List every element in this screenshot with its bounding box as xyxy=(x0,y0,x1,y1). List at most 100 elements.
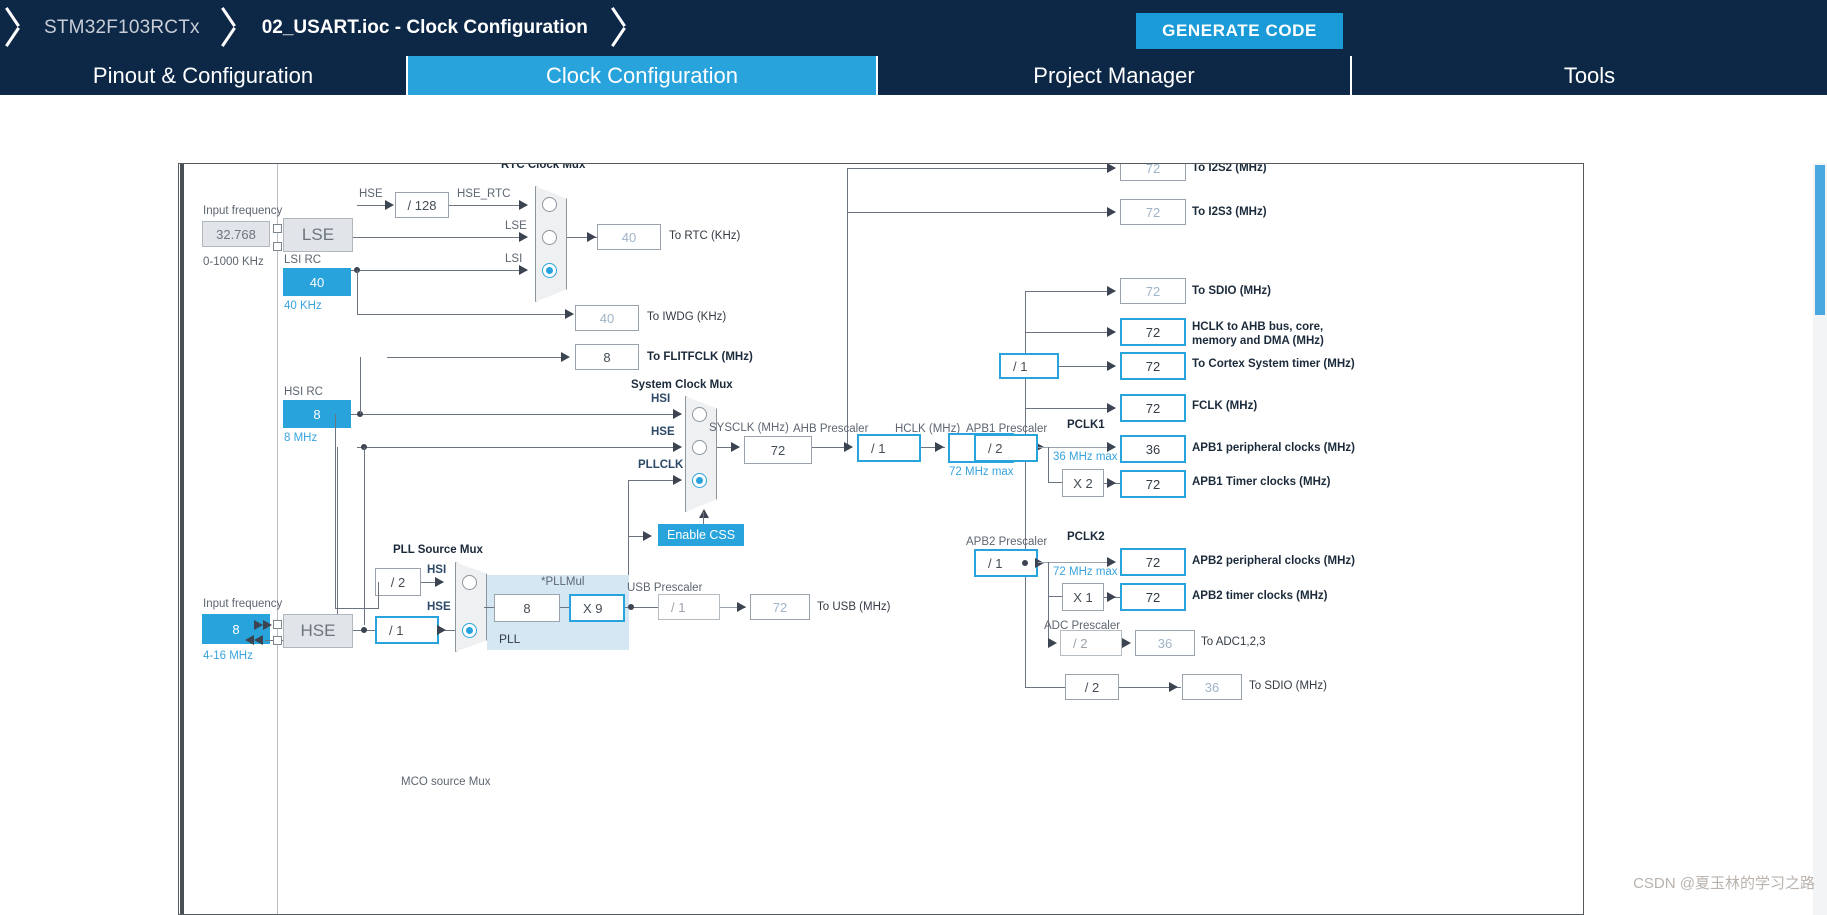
usb-prescaler-dropdown[interactable]: / 1 xyxy=(658,594,720,620)
wire-hsi-to-flitfclk xyxy=(387,357,567,358)
wire-lsi-to-rtcmux xyxy=(351,270,527,271)
arrow-hse-into-sysmux xyxy=(673,442,682,452)
arrow-into-ahbpre xyxy=(844,442,853,452)
rtc-clock-mux-title: RTC Clock Mux xyxy=(501,163,586,171)
system-clock-mux-title: System Clock Mux xyxy=(631,379,733,391)
rtc-mux-input-hse-rtc[interactable] xyxy=(542,197,557,212)
arrow-hsi-into-sysmux xyxy=(673,409,682,419)
pll-mux-input-hsi[interactable] xyxy=(462,575,477,590)
arrow-to-flitfclk xyxy=(561,352,570,362)
to-sdio-bottom-label: To SDIO (MHz) xyxy=(1249,680,1327,692)
apb1-prescaler-dropdown[interactable]: / 2 xyxy=(974,434,1038,462)
apb1-timer-multiplier: X 2 xyxy=(1062,469,1104,497)
tab-tools[interactable]: Tools xyxy=(1350,56,1827,95)
wire-hclk-to-sdio xyxy=(1025,291,1115,292)
arrow-to-cortex-timer xyxy=(1107,361,1116,371)
usb-prescaler-label: USB Prescaler xyxy=(627,582,703,594)
to-sdio-bottom-value: 36 xyxy=(1182,674,1242,700)
breadcrumb-file[interactable]: 02_USART.ioc - Clock Configuration xyxy=(246,17,606,39)
to-rtc-value: 40 xyxy=(597,224,661,250)
pclk1-label: PCLK1 xyxy=(1067,419,1105,431)
sys-mux-input-pllclk[interactable] xyxy=(692,473,707,488)
wire-hsi-into-div2 xyxy=(378,582,379,608)
sys-mux-pllclk-label: PLLCLK xyxy=(638,459,684,471)
to-i2s3-label: To I2S3 (MHz) xyxy=(1192,206,1267,218)
rtc-mux-input-lsi[interactable] xyxy=(542,263,557,278)
pll-input-value: 8 xyxy=(494,594,560,622)
tab-project-manager[interactable]: Project Manager xyxy=(876,56,1350,95)
wire-sysclk-trunk xyxy=(847,168,848,447)
sys-mux-hse-label: HSE xyxy=(651,426,675,438)
hse-rtc-label: HSE_RTC xyxy=(457,188,511,200)
breadcrumb-device[interactable]: STM32F103RCTx xyxy=(30,17,216,39)
ahb-prescaler-dropdown[interactable]: / 1 xyxy=(857,434,921,462)
fclk-label: FCLK (MHz) xyxy=(1192,400,1258,412)
wire-hclk-trunk xyxy=(1025,291,1026,687)
pll-source-mux-title: PLL Source Mux xyxy=(393,544,483,556)
chevron-right-icon xyxy=(0,0,30,56)
canvas-osc-rail xyxy=(277,164,278,914)
arrow-to-sdio-top xyxy=(1107,286,1116,296)
arrow-to-sysclk xyxy=(731,442,740,452)
apb2-timer-clocks-label: APB2 timer clocks (MHz) xyxy=(1192,590,1328,602)
hse-oscillator-block[interactable]: HSE xyxy=(283,614,353,648)
arrow-css-up xyxy=(699,509,709,518)
pclk1-max-label: 36 MHz max xyxy=(1053,451,1118,463)
pll-mux-input-hse[interactable] xyxy=(462,623,477,638)
sys-mux-input-hsi[interactable] xyxy=(692,407,707,422)
cortex-system-timer-label: To Cortex System timer (MHz) xyxy=(1192,358,1355,370)
apb2-timer-branch xyxy=(1048,562,1062,597)
adc-prescaler-dropdown[interactable]: / 2 xyxy=(1060,630,1122,656)
chevron-right-icon xyxy=(606,0,636,56)
enable-css-button[interactable]: Enable CSS xyxy=(658,524,745,546)
generate-code-button[interactable]: GENERATE CODE xyxy=(1136,13,1343,49)
junction-apb2 xyxy=(1022,560,1028,566)
scrollbar-thumb[interactable] xyxy=(1815,165,1825,315)
pllmul-label: *PLLMul xyxy=(541,576,585,588)
arrow-to-i2s3 xyxy=(1107,207,1116,217)
hsi-value-field[interactable]: 8 xyxy=(283,400,351,428)
lse-input-frequency-field[interactable]: 32.768 xyxy=(202,221,270,247)
arrow-into-apb2pre xyxy=(1035,558,1044,568)
to-sdio-top-label: To SDIO (MHz) xyxy=(1192,285,1271,297)
apb1-timer-clocks-value: 72 xyxy=(1120,470,1186,498)
pclk2-max-label: 72 MHz max xyxy=(1053,566,1118,578)
apb2-prescaler-dropdown[interactable]: / 1 xyxy=(974,549,1038,577)
sys-mux-input-hse[interactable] xyxy=(692,440,707,455)
hse-div-input-label: HSE xyxy=(359,188,383,200)
canvas-vertical-scrollbar[interactable] xyxy=(1813,163,1827,915)
apb2-timer-multiplier: X 1 xyxy=(1062,583,1104,611)
arrow-to-div128 xyxy=(385,200,394,210)
pll-hse-div-dropdown[interactable]: / 1 xyxy=(375,616,439,644)
breadcrumb: STM32F103RCTx 02_USART.ioc - Clock Confi… xyxy=(0,0,636,56)
arrow-lse-into-mux xyxy=(519,232,528,242)
rtc-mux-input-lse[interactable] xyxy=(542,230,557,245)
lse-pin-bottom xyxy=(273,242,282,251)
arrow-to-css xyxy=(643,531,652,541)
arrow-to-hclk xyxy=(935,442,944,452)
wire-trunk-to-i2s3 xyxy=(847,212,1115,213)
cortex-systimer-prescaler-dropdown[interactable]: / 1 xyxy=(999,353,1059,379)
rtc-mux-lse-label: LSE xyxy=(505,220,527,232)
wire-hse-to-sysmux xyxy=(357,447,681,448)
wire-css-up xyxy=(703,512,704,524)
lse-range-label: 0-1000 KHz xyxy=(203,256,264,268)
tab-pinout-configuration[interactable]: Pinout & Configuration xyxy=(0,56,406,95)
clock-tree-canvas[interactable]: Input frequency 32.768 0-1000 KHz LSE LS… xyxy=(178,163,1584,915)
wire-hclk-to-ahbbus xyxy=(1025,332,1115,333)
hsi-rc-title: HSI RC xyxy=(284,386,323,398)
rtc-mux-lsi-label: LSI xyxy=(505,253,523,265)
lsi-value-field[interactable]: 40 xyxy=(283,268,351,296)
to-sdio-top-value: 72 xyxy=(1120,278,1186,304)
arrow-to-apb1-timer xyxy=(1107,478,1116,488)
arrow-hse-rtc-into-mux xyxy=(519,200,528,210)
arrow-hse-in-1 xyxy=(263,620,272,630)
tab-clock-configuration[interactable]: Clock Configuration xyxy=(406,56,876,95)
lse-oscillator-block[interactable]: LSE xyxy=(283,218,353,252)
to-flitfclk-label: To FLITFCLK (MHz) xyxy=(647,351,753,363)
to-usb-value: 72 xyxy=(750,594,810,620)
pllmul-dropdown[interactable]: X 9 xyxy=(569,594,625,622)
hse-pin-top xyxy=(273,620,282,629)
arrow-to-usb-box xyxy=(737,602,746,612)
wire-pllmux-out xyxy=(484,607,494,608)
